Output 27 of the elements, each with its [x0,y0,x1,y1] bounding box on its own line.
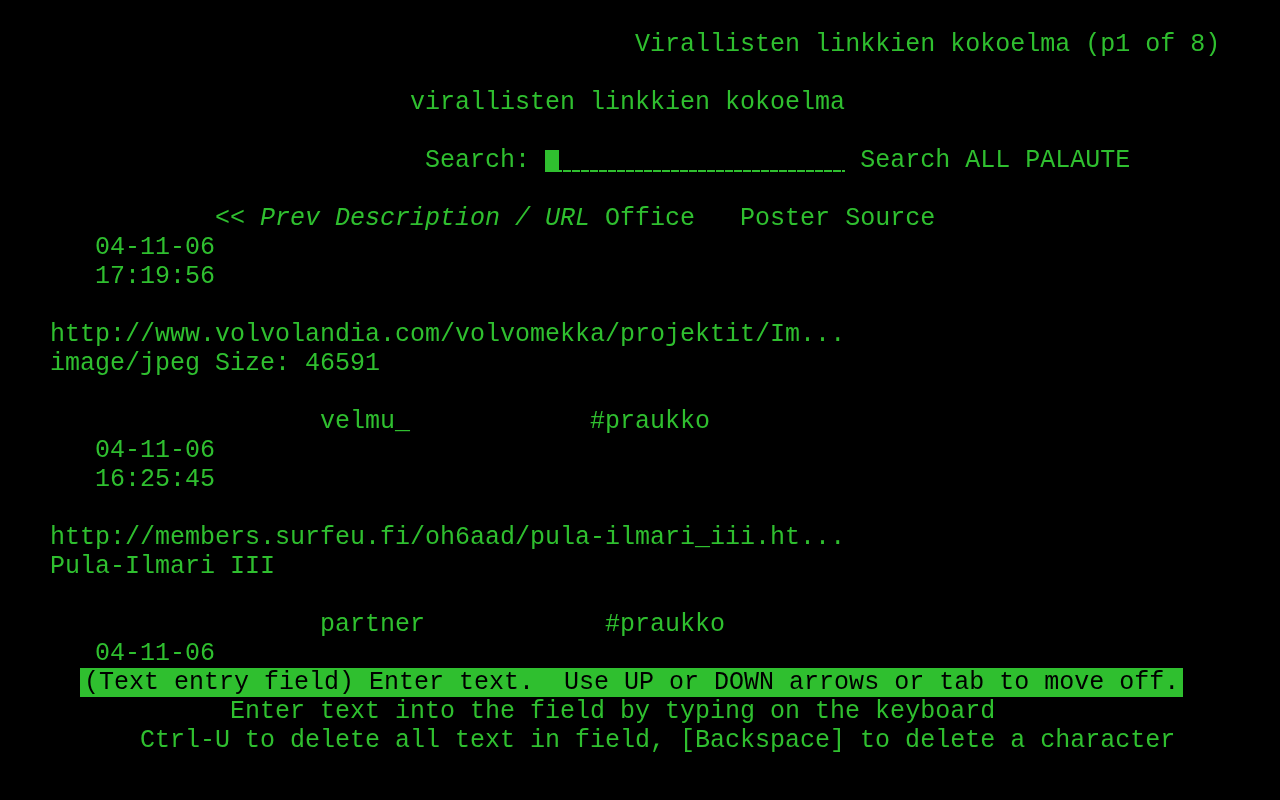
column-header: Description / URL [335,204,591,233]
help-text: Ctrl-U to delete all text in field, [Backspace] to delete a character [140,726,1176,755]
entry-poster: velmu_ [320,407,411,436]
entry-date: 04-11-06 [95,233,216,262]
page-heading: virallisten linkkien kokoelma [410,88,846,117]
entry-time: 16:25:45 [95,465,216,494]
column-header: Source [845,204,936,233]
search-link[interactable]: Search [860,146,951,175]
entry-source: #praukko [605,610,726,639]
entry-description: Pula-Ilmari III [50,552,276,581]
help-text: Enter text into the field by typing on the keyboard [230,697,996,726]
entry-url-link[interactable]: http://members.surfeu.fi/oh6aad/pula-ilmari_iii.ht... [50,523,846,552]
entry-date: 04-11-06 [95,436,216,465]
column-header: Poster [740,204,831,233]
entry-url-link[interactable]: http://www.volvolandia.com/volvomekka/projektit/Im... [50,320,846,349]
entry-source: #praukko [590,407,711,436]
search-link[interactable]: PALAUTE [1025,146,1131,175]
entry-time: 17:19:56 [95,262,216,291]
column-header: Office [605,204,696,233]
prev-link[interactable]: << Prev [215,204,321,233]
page-title: Virallisten linkkien kokoelma (p1 of 8) [635,30,1221,59]
search-label: Search: [425,146,531,175]
entry-date: 04-11-06 [95,639,216,668]
entry-description: image/jpeg Size: 46591 [50,349,381,378]
status-bar: (Text entry field) Enter text. Use UP or DOWN arrows or tab to move off. [80,668,1184,697]
entry-poster: partner [320,610,426,639]
search-link[interactable]: ALL [965,146,1011,175]
